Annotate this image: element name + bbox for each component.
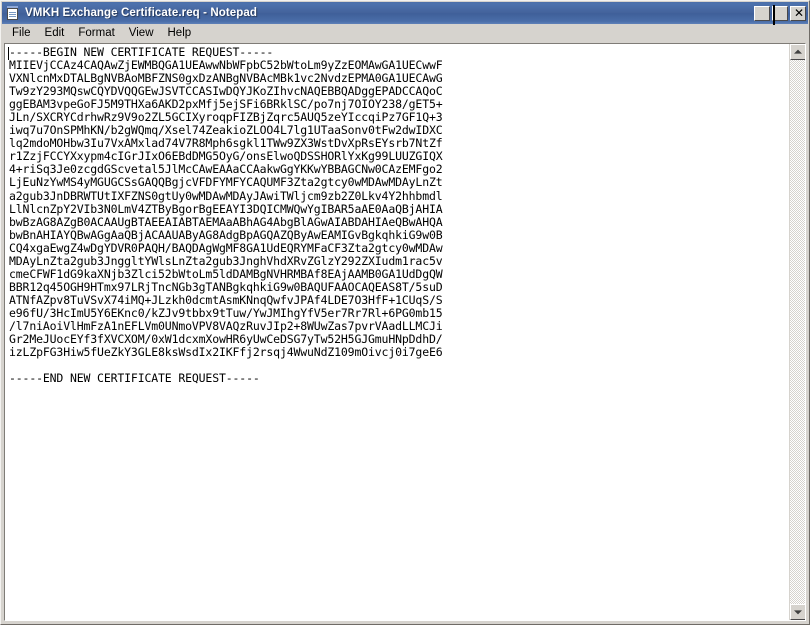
menu-item-edit[interactable]: Edit (38, 25, 72, 42)
text-caret (8, 47, 9, 60)
vertical-scrollbar[interactable] (789, 44, 805, 620)
title-bar[interactable]: VMKH Exchange Certificate.req - Notepad … (2, 2, 808, 25)
menu-item-view[interactable]: View (122, 25, 161, 42)
window-title: VMKH Exchange Certificate.req - Notepad (25, 7, 258, 19)
notepad-document-icon (5, 5, 21, 21)
menu-item-format[interactable]: Format (71, 25, 121, 42)
maximize-icon (773, 4, 775, 25)
scroll-down-arrow-icon (794, 610, 802, 615)
menu-item-help[interactable]: Help (161, 25, 199, 42)
notepad-window: VMKH Exchange Certificate.req - Notepad … (0, 0, 810, 625)
scroll-up-button[interactable] (790, 44, 805, 60)
scroll-down-button[interactable] (790, 604, 805, 620)
close-icon: ✕ (793, 5, 805, 20)
menu-item-file[interactable]: File (5, 25, 38, 42)
close-button[interactable]: ✕ (790, 5, 806, 21)
window-controls: ✕ (754, 4, 806, 25)
editor-client-area: -----BEGIN NEW CERTIFICATE REQUEST----- … (4, 43, 806, 621)
text-editor-area[interactable]: -----BEGIN NEW CERTIFICATE REQUEST----- … (5, 44, 789, 620)
certificate-text[interactable]: -----BEGIN NEW CERTIFICATE REQUEST----- … (8, 44, 789, 385)
minimize-button[interactable] (754, 5, 770, 21)
scroll-up-arrow-icon (794, 49, 802, 54)
menu-bar: File Edit Format View Help (2, 24, 808, 43)
maximize-button[interactable] (772, 4, 788, 25)
